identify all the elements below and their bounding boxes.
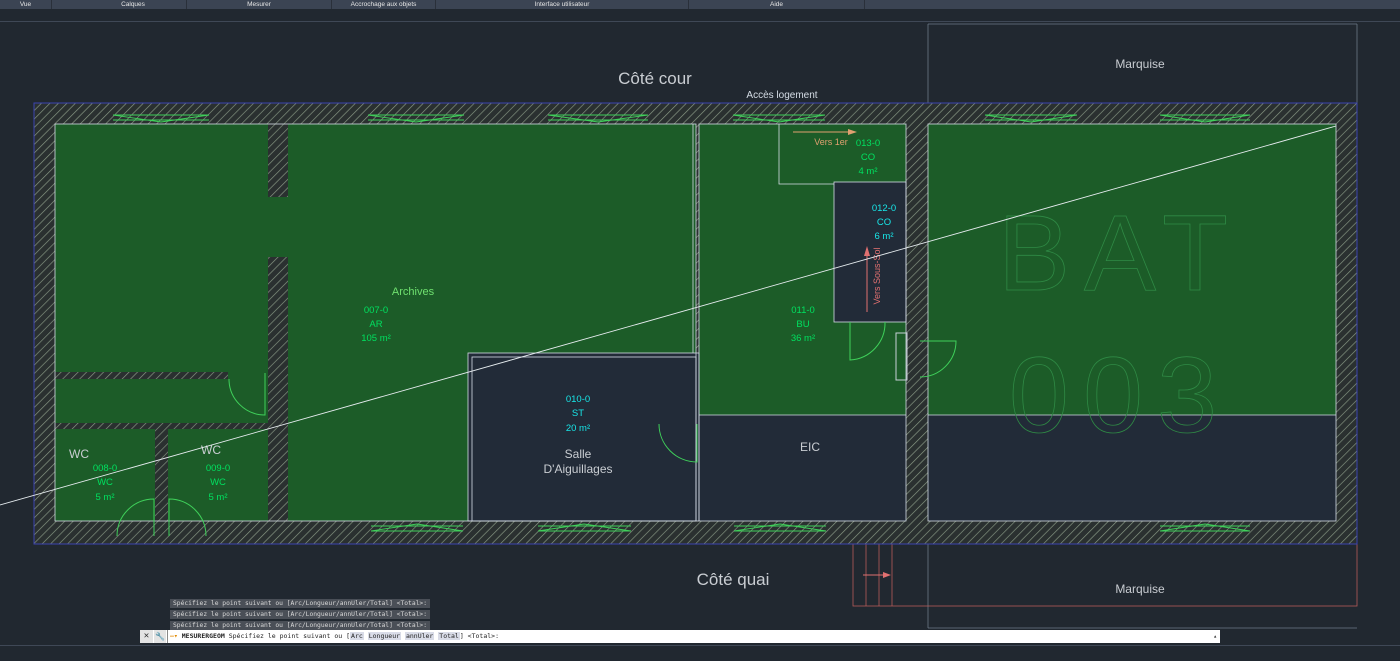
- option-arc[interactable]: Arc: [350, 632, 364, 640]
- svg-text:CO: CO: [877, 217, 891, 228]
- cote-quai-label: Côté quai: [697, 570, 770, 589]
- svg-text:6 m²: 6 m²: [875, 231, 894, 242]
- acces-logement-label: Accès logement: [746, 90, 817, 101]
- prompt-arrow-icon: —▾: [170, 632, 178, 640]
- close-icon[interactable]: ✕: [140, 630, 153, 643]
- bat-text: BAT: [998, 192, 1242, 313]
- prompt-suffix: ] <Total>:: [459, 632, 499, 640]
- svg-text:CO: CO: [861, 152, 875, 163]
- bat-number: 003: [1009, 334, 1231, 455]
- cote-cour-label: Côté cour: [618, 69, 692, 88]
- command-history-line: Spécifiez le point suivant ou [Arc/Longu…: [170, 599, 431, 608]
- eic-label: EIC: [800, 440, 820, 454]
- command-separator: [167, 630, 168, 643]
- svg-text:007-0: 007-0: [364, 305, 388, 316]
- command-history-line: Spécifiez le point suivant ou [Arc/Longu…: [170, 610, 431, 619]
- prompt-prefix: Spécifiez le point suivant ou [: [228, 632, 351, 640]
- svg-text:ST: ST: [572, 408, 584, 419]
- svg-text:WC: WC: [210, 477, 226, 488]
- option-longueur[interactable]: Longueur: [367, 632, 402, 640]
- status-divider: [0, 645, 1400, 646]
- salle-label-line2: D'Aiguillages: [544, 462, 613, 476]
- marquise-top-label: Marquise: [1115, 57, 1165, 71]
- option-total[interactable]: Total: [438, 632, 460, 640]
- command-name: MESURERGEOM: [181, 632, 225, 640]
- wrench-icon[interactable]: 🔧: [154, 630, 166, 643]
- command-prompt[interactable]: —▾ MESURERGEOM Spécifiez le point suivan…: [170, 630, 499, 643]
- svg-text:5 m²: 5 m²: [96, 492, 115, 503]
- scroll-up-icon[interactable]: ▴: [1213, 630, 1217, 643]
- wc-label-1: WC: [69, 447, 89, 461]
- svg-text:010-0: 010-0: [566, 394, 590, 405]
- command-history-line: Spécifiez le point suivant ou [Arc/Longu…: [170, 621, 431, 630]
- svg-text:BU: BU: [796, 319, 809, 330]
- svg-text:013-0: 013-0: [856, 138, 880, 149]
- svg-text:012-0: 012-0: [872, 203, 896, 214]
- option-annuler[interactable]: annUler: [404, 632, 435, 640]
- svg-text:009-0: 009-0: [206, 463, 230, 474]
- svg-text:105 m²: 105 m²: [361, 333, 391, 344]
- svg-text:5 m²: 5 m²: [209, 492, 228, 503]
- svg-text:4 m²: 4 m²: [859, 166, 878, 177]
- drawing-canvas[interactable]: BAT 003 Côté cour Côté quai Marquise Mar…: [0, 0, 1400, 661]
- room-fills: [55, 124, 1336, 521]
- command-line[interactable]: ✕ 🔧 —▾ MESURERGEOM Spécifiez le point su…: [140, 630, 1220, 643]
- vers-1er-label: Vers 1er: [814, 137, 848, 147]
- svg-text:WC: WC: [97, 477, 113, 488]
- svg-text:20 m²: 20 m²: [566, 423, 590, 434]
- svg-text:36 m²: 36 m²: [791, 333, 815, 344]
- svg-text:011-0: 011-0: [791, 305, 815, 316]
- archives-label: Archives: [392, 286, 435, 298]
- marquise-bottom-label: Marquise: [1115, 582, 1165, 596]
- salle-label-line1: Salle: [565, 447, 592, 461]
- svg-text:AR: AR: [369, 319, 382, 330]
